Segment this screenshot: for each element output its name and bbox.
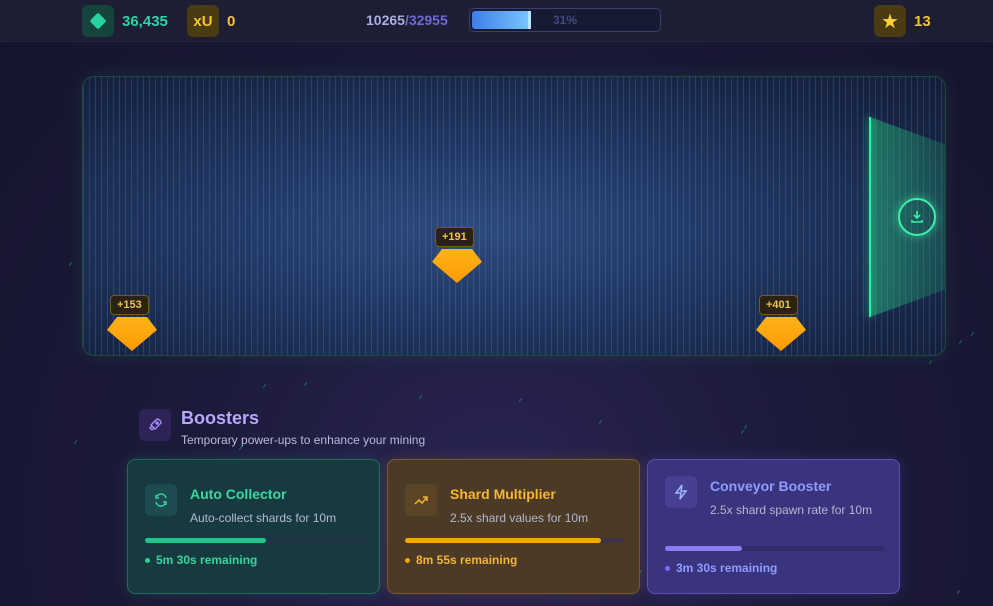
booster-progress-bar: [665, 546, 885, 551]
booster-timer: 3m 30s remaining: [665, 561, 777, 575]
shard-gem-icon: [432, 249, 482, 283]
gem-icon: [82, 5, 114, 37]
level-progress-percent: 31%: [552, 13, 578, 27]
booster-progress-fill: [145, 538, 266, 543]
progress-current: 10265: [366, 12, 405, 28]
status-dot: [665, 565, 670, 571]
level-progress-text: 10265/32955: [366, 12, 448, 28]
status-dot: [145, 557, 150, 563]
booster-timer: 8m 55s remaining: [405, 553, 517, 567]
xu-count: 0: [227, 12, 236, 30]
star-icon: ★: [874, 5, 906, 37]
lightning-icon: [665, 476, 697, 508]
shard-value: +191: [435, 227, 474, 247]
booster-remaining: 3m 30s remaining: [676, 561, 778, 575]
download-icon[interactable]: [898, 198, 936, 236]
level-progress-bar: 31%: [469, 8, 661, 32]
booster-timer: 5m 30s remaining: [145, 553, 257, 567]
booster-description: 2.5x shard values for 10m: [450, 511, 589, 525]
booster-title: Auto Collector: [190, 486, 287, 502]
shard-value: +401: [759, 295, 798, 315]
booster-progress-fill: [665, 546, 742, 551]
booster-remaining: 8m 55s remaining: [416, 553, 518, 567]
gem-counter: 36,435: [82, 5, 168, 37]
booster-remaining: 5m 30s remaining: [156, 553, 258, 567]
trending-up-icon: [405, 484, 437, 516]
booster-description: 2.5x shard spawn rate for 10m: [710, 503, 873, 517]
booster-title: Shard Multiplier: [450, 486, 556, 502]
booster-progress-fill: [405, 538, 601, 543]
booster-card-auto-collector[interactable]: Auto Collector Auto-collect shards for 1…: [127, 459, 380, 594]
star-count: 13: [914, 12, 931, 30]
shard-value: +153: [110, 295, 149, 315]
booster-description: Auto-collect shards for 10m: [190, 511, 337, 525]
booster-progress-bar: [145, 538, 365, 543]
progress-max: 32955: [408, 12, 448, 28]
conveyor-belt: +153 +191 +401: [82, 76, 946, 356]
refresh-icon: [145, 484, 177, 516]
status-dot: [405, 557, 410, 563]
rocket-icon: [139, 409, 171, 441]
xu-icon: xU: [187, 5, 219, 37]
top-bar: 36,435 xU 0 10265/32955 31% ★ 13: [0, 0, 993, 42]
gem-count: 36,435: [122, 12, 168, 30]
boosters-title: Boosters: [181, 408, 260, 428]
shard-gem-icon: [756, 317, 806, 351]
booster-card-shard-multiplier[interactable]: Shard Multiplier 2.5x shard values for 1…: [387, 459, 640, 594]
shard-gem-icon: [107, 317, 157, 351]
xu-counter: xU 0: [187, 5, 235, 37]
collector-edge: [869, 117, 871, 317]
star-counter: ★ 13: [874, 5, 931, 37]
boosters-subtitle: Temporary power-ups to enhance your mini…: [181, 433, 426, 447]
booster-progress-bar: [405, 538, 625, 543]
booster-title: Conveyor Booster: [710, 478, 832, 494]
booster-card-conveyor-booster[interactable]: Conveyor Booster 2.5x shard spawn rate f…: [647, 459, 900, 594]
